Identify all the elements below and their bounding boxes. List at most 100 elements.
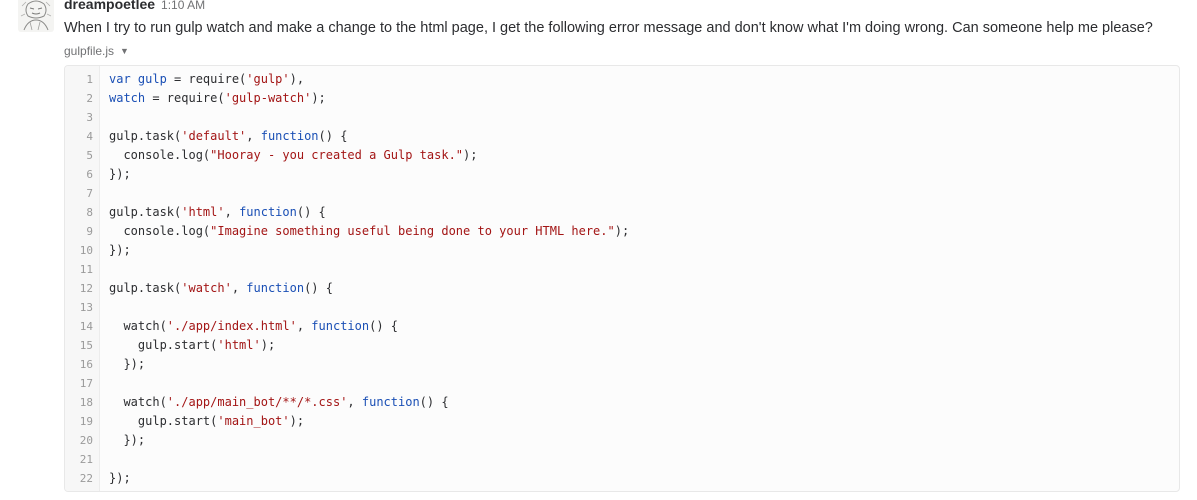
code-line: 6});	[65, 165, 1179, 184]
code-token: 'gulp'	[246, 72, 290, 86]
line-number: 11	[79, 263, 93, 276]
code-line: 14 watch('./app/index.html', function() …	[65, 317, 1179, 336]
code-token: 'html'	[217, 338, 261, 352]
line-number: 14	[79, 320, 93, 333]
line-number: 17	[79, 377, 93, 390]
code-token: gulp.task(	[109, 281, 182, 295]
snippet-file-header[interactable]: gulpfile.js ▼	[64, 44, 129, 58]
line-source: var gulp = require('gulp'),	[109, 70, 304, 89]
code-line: 17	[65, 374, 1179, 393]
code-token: function	[361, 395, 420, 409]
code-line: 2 watch = require('gulp-watch');	[65, 89, 1179, 108]
code-line: 15 gulp.start('html');	[65, 336, 1179, 355]
line-number: 19	[79, 415, 93, 428]
code-token: () {	[304, 281, 333, 295]
line-number: 1	[86, 73, 93, 86]
line-source: gulp.task('default', function() {	[109, 127, 347, 146]
code-token: gulp.start(	[109, 338, 218, 352]
code-token: });	[109, 243, 131, 257]
line-number: 21	[79, 453, 93, 466]
code-lines: 1 var gulp = require('gulp'), 2 watch = req…	[65, 70, 1179, 488]
line-source: });	[109, 355, 145, 374]
code-token: });	[109, 357, 146, 371]
code-token: function	[246, 281, 305, 295]
code-token: './app/main_bot/**/*.css'	[166, 395, 348, 409]
code-token: = require(	[166, 72, 247, 86]
code-token: var gulp	[109, 72, 167, 86]
code-token: gulp.task(	[109, 205, 182, 219]
code-line: 3	[65, 108, 1179, 127]
code-token: ,	[296, 319, 312, 333]
snippet-filename[interactable]: gulpfile.js	[64, 44, 114, 58]
code-token: 'main_bot'	[217, 414, 290, 428]
code-line: 11	[65, 260, 1179, 279]
message-timestamp[interactable]: 1:10 AM	[161, 0, 205, 12]
code-token: watch(	[109, 395, 167, 409]
code-token: console.log(	[109, 224, 211, 238]
line-source: console.log("Hooray - you created a Gulp…	[109, 146, 477, 165]
code-line: 10});	[65, 241, 1179, 260]
code-token: 'default'	[181, 129, 247, 143]
line-number: 10	[79, 244, 93, 257]
line-source: gulp.start('html');	[109, 336, 275, 355]
message-text: When I try to run gulp watch and make a …	[64, 20, 1153, 36]
code-line: 5 console.log("Hooray - you created a Gu…	[65, 146, 1179, 165]
line-number: 20	[79, 434, 93, 447]
line-number: 6	[86, 168, 93, 181]
line-source: watch = require('gulp-watch');	[109, 89, 326, 108]
code-line: 4 gulp.task('default', function() {	[65, 127, 1179, 146]
line-source: gulp.task('html', function() {	[109, 203, 326, 222]
code-token: );	[463, 148, 478, 162]
code-line: 9 console.log("Imagine something useful …	[65, 222, 1179, 241]
code-token: function	[239, 205, 297, 219]
line-number: 15	[79, 339, 93, 352]
line-source: });	[109, 165, 131, 184]
line-source: watch('./app/index.html', function() {	[109, 317, 398, 336]
code-token: );	[311, 91, 326, 105]
line-number: 18	[79, 396, 93, 409]
line-source: });	[109, 241, 131, 260]
code-token: () {	[296, 205, 326, 219]
code-line: 7	[65, 184, 1179, 203]
line-number: 22	[79, 472, 93, 485]
code-token: () {	[419, 395, 449, 409]
code-token: });	[109, 471, 131, 485]
avatar[interactable]	[18, 0, 54, 32]
code-line: 13	[65, 298, 1179, 317]
code-token: ,	[224, 205, 240, 219]
caret-down-icon[interactable]: ▼	[120, 46, 129, 56]
line-source: gulp.task('watch', function() {	[109, 279, 333, 298]
code-token: });	[109, 433, 146, 447]
line-number: 2	[86, 92, 93, 105]
code-token: 'watch'	[181, 281, 232, 295]
code-line: 20 });	[65, 431, 1179, 450]
code-token: () {	[369, 319, 398, 333]
code-token: watch	[109, 91, 146, 105]
code-token: );	[260, 338, 276, 352]
line-number: 12	[79, 282, 93, 295]
code-token: ),	[289, 72, 305, 86]
code-token: './app/index.html'	[166, 319, 297, 333]
code-token: );	[289, 414, 305, 428]
code-line: 19 gulp.start('main_bot');	[65, 412, 1179, 431]
code-line: 16 });	[65, 355, 1179, 374]
line-number: 4	[86, 130, 93, 143]
code-token: });	[109, 167, 131, 181]
code-line: 21	[65, 450, 1179, 469]
code-token: console.log(	[109, 148, 211, 162]
code-token: gulp.start(	[109, 414, 218, 428]
line-source: });	[109, 469, 131, 488]
code-line: 12 gulp.task('watch', function() {	[65, 279, 1179, 298]
line-source: gulp.start('main_bot');	[109, 412, 304, 431]
code-token: );	[614, 224, 630, 238]
code-snippet[interactable]: 1 var gulp = require('gulp'), 2 watch = req…	[64, 65, 1180, 492]
line-source: console.log("Imagine something useful be…	[109, 222, 629, 241]
author-name[interactable]: dreampoetlee	[64, 0, 155, 12]
line-number: 8	[86, 206, 93, 219]
code-token: ,	[231, 281, 247, 295]
code-token: 'gulp-watch'	[224, 91, 312, 105]
code-token: = require(	[145, 91, 225, 105]
code-token: "Hooray - you created a Gulp task."	[210, 148, 464, 162]
line-number: 5	[86, 149, 93, 162]
code-line: 8 gulp.task('html', function() {	[65, 203, 1179, 222]
